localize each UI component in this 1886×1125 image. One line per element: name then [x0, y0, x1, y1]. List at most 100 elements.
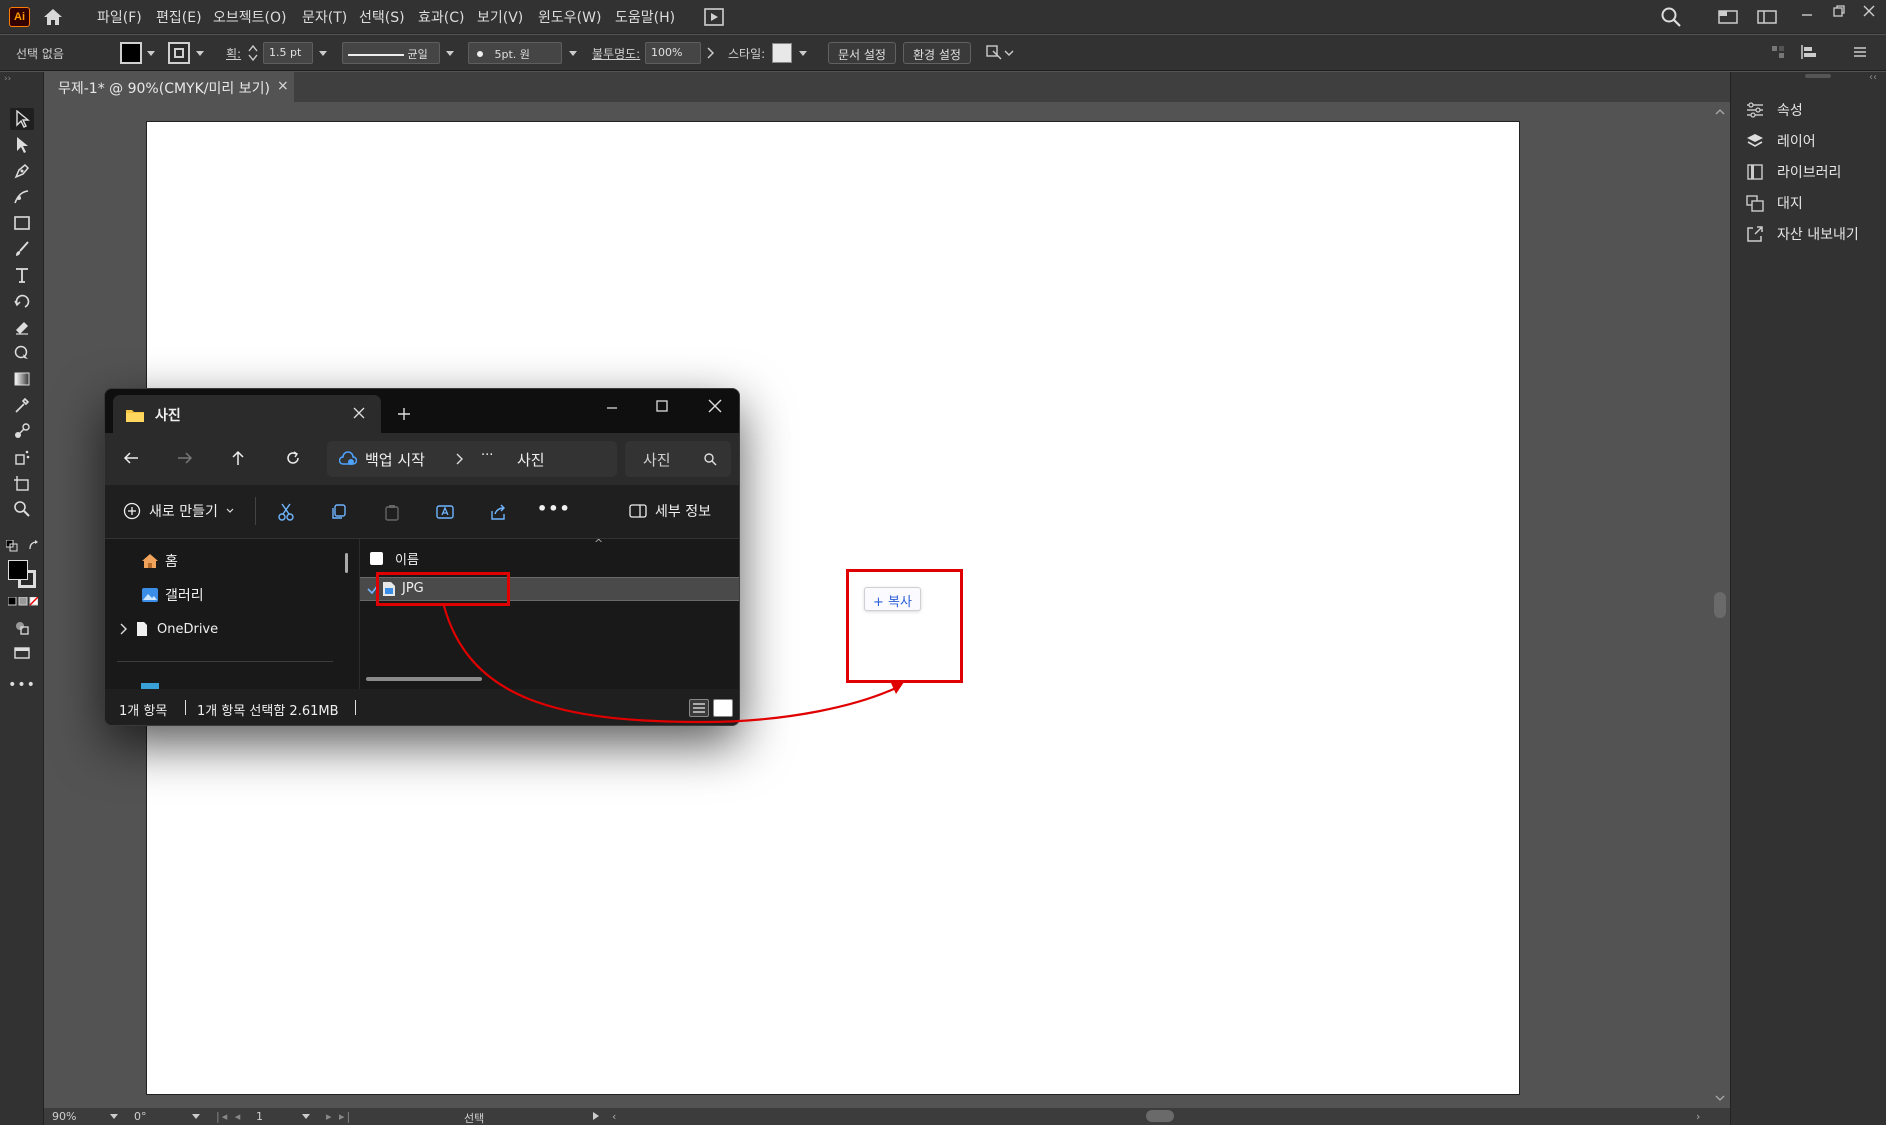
symbol-sprayer-tool-icon[interactable]	[10, 446, 34, 468]
fill-swatch[interactable]	[120, 42, 142, 64]
stepper-icon[interactable]	[248, 44, 258, 62]
menu-window[interactable]: 윈도우(W)	[538, 7, 601, 27]
forward-arrow-icon[interactable]	[177, 451, 193, 465]
document-setup-button[interactable]: 문서 설정	[828, 42, 896, 64]
chevron-down-icon[interactable]	[799, 51, 807, 56]
paintbrush-tool-icon[interactable]	[10, 238, 34, 260]
variable-width-profile[interactable]: 균일	[342, 42, 440, 64]
vertical-scrollbar[interactable]	[1710, 102, 1730, 1112]
panel-layers[interactable]: 레이어	[1745, 129, 1816, 153]
nav-scrollbar[interactable]	[345, 553, 348, 573]
up-arrow-icon[interactable]	[231, 450, 245, 466]
restore-icon[interactable]	[1832, 4, 1846, 18]
rotate-tool-icon[interactable]	[10, 290, 34, 312]
address-bar[interactable]: 백업 시작 ··· 사진	[327, 441, 617, 477]
brush-definition[interactable]: 5pt. 원	[468, 42, 562, 64]
refresh-icon[interactable]	[285, 450, 301, 466]
document-tab[interactable]: 무제-1* @ 90%(CMYK/미리 보기) ×	[44, 72, 294, 102]
gradient-tool-icon[interactable]	[10, 368, 34, 390]
menu-view[interactable]: 보기(V)	[477, 7, 523, 27]
large-icons-view-icon[interactable]	[713, 699, 733, 717]
curvature-tool-icon[interactable]	[10, 186, 34, 208]
first-artboard-icon[interactable]: |◂ ◂	[216, 1110, 242, 1123]
collapse-icon[interactable]: ››	[4, 74, 40, 84]
graphic-style-swatch[interactable]	[772, 43, 792, 63]
opacity-input[interactable]: 100%	[645, 42, 701, 64]
breadcrumb-ellipsis[interactable]: ···	[481, 448, 493, 463]
search-icon[interactable]	[1660, 6, 1682, 28]
search-box[interactable]: 사진	[625, 441, 731, 477]
menu-select[interactable]: 선택(S)	[359, 7, 405, 27]
preferences-button[interactable]: 환경 설정	[903, 42, 971, 64]
transform-icon[interactable]	[1770, 44, 1786, 60]
stroke-swatch[interactable]	[168, 42, 190, 64]
status-menu-icon[interactable]	[592, 1111, 600, 1121]
menu-file[interactable]: 파일(F)	[97, 7, 142, 27]
pen-tool-icon[interactable]	[10, 160, 34, 182]
chevron-down-icon[interactable]	[446, 51, 454, 56]
workspace-switcher-icon[interactable]	[1718, 9, 1738, 25]
panel-artboards[interactable]: 대지	[1745, 191, 1803, 215]
next-artboard-icon[interactable]: ▸ ▸|	[326, 1110, 352, 1123]
scroll-thumb[interactable]	[1714, 592, 1726, 618]
more-options-icon[interactable]: •••	[537, 499, 571, 518]
dock-grip[interactable]	[1805, 74, 1831, 78]
scroll-right-icon[interactable]: ›	[1696, 1110, 1700, 1123]
rotation-field[interactable]: 0°	[134, 1110, 184, 1123]
artboard-tool-icon[interactable]	[10, 472, 34, 494]
direct-selection-tool-icon[interactable]	[10, 134, 34, 156]
chevron-down-icon[interactable]	[110, 1114, 118, 1119]
search-icon[interactable]	[703, 452, 717, 466]
fill-stroke-widget[interactable]	[8, 560, 38, 590]
explorer-tab[interactable]: 사진	[113, 395, 381, 433]
draw-mode-icon[interactable]	[10, 617, 34, 639]
chevron-down-icon[interactable]	[196, 51, 204, 56]
nav-item-home[interactable]: 홈	[141, 551, 178, 571]
zoom-tool-icon[interactable]	[10, 498, 34, 520]
horizontal-scrollbar[interactable]	[366, 677, 482, 681]
nav-item-gallery[interactable]: 갤러리	[141, 585, 204, 605]
breadcrumb-root[interactable]: 백업 시작	[365, 449, 425, 470]
screen-mode-icon[interactable]	[10, 642, 34, 664]
chevron-down-icon[interactable]	[302, 1114, 310, 1119]
expand-panels-icon[interactable]: ‹‹	[1869, 72, 1877, 83]
eyedropper-tool-icon[interactable]	[10, 394, 34, 416]
stroke-weight-input[interactable]: 1.5 pt	[263, 42, 313, 64]
panel-layout-icon[interactable]	[1757, 9, 1777, 25]
panel-properties[interactable]: 속성	[1745, 98, 1803, 122]
more-tools-icon[interactable]: •••	[8, 674, 35, 696]
chevron-down-icon[interactable]	[192, 1114, 200, 1119]
new-tab-icon[interactable]	[397, 407, 411, 421]
chevron-down-icon[interactable]	[569, 51, 577, 56]
scroll-up-icon[interactable]	[1715, 108, 1725, 116]
copy-icon[interactable]	[330, 503, 348, 521]
paste-icon[interactable]	[383, 503, 401, 521]
details-view-icon[interactable]	[689, 699, 709, 717]
menu-effect[interactable]: 효과(C)	[418, 7, 464, 27]
current-tool-status[interactable]: 선택	[464, 1110, 484, 1125]
window-maximize-icon[interactable]	[655, 399, 669, 413]
eraser-tool-icon[interactable]	[10, 316, 34, 338]
default-colors-icon[interactable]	[6, 540, 18, 552]
window-close-icon[interactable]	[708, 399, 722, 413]
menu-type[interactable]: 문자(T)	[302, 7, 347, 27]
select-all-checkbox[interactable]	[370, 552, 383, 565]
back-arrow-icon[interactable]	[123, 451, 139, 465]
name-column-header[interactable]: 이름	[370, 549, 419, 568]
shape-builder-tool-icon[interactable]	[10, 342, 34, 364]
scroll-left-icon[interactable]: ‹	[612, 1110, 616, 1123]
chevron-down-icon[interactable]	[147, 51, 155, 56]
close-icon[interactable]	[1862, 4, 1876, 18]
swap-colors-icon[interactable]	[28, 540, 40, 552]
breadcrumb-current[interactable]: 사진	[517, 449, 545, 470]
chevron-down-icon[interactable]	[319, 51, 327, 56]
panel-libraries[interactable]: 라이브러리	[1745, 160, 1841, 184]
tab-close-icon[interactable]: ×	[277, 78, 289, 94]
chevron-right-icon[interactable]	[706, 47, 714, 59]
blend-tool-icon[interactable]	[10, 420, 34, 442]
details-button[interactable]: 세부 정보	[629, 501, 711, 521]
artboard-number-field[interactable]: 1	[256, 1110, 296, 1123]
arrange-documents-icon[interactable]	[703, 7, 725, 27]
minimize-icon[interactable]	[1800, 8, 1814, 22]
scroll-down-icon[interactable]	[1715, 1094, 1725, 1102]
